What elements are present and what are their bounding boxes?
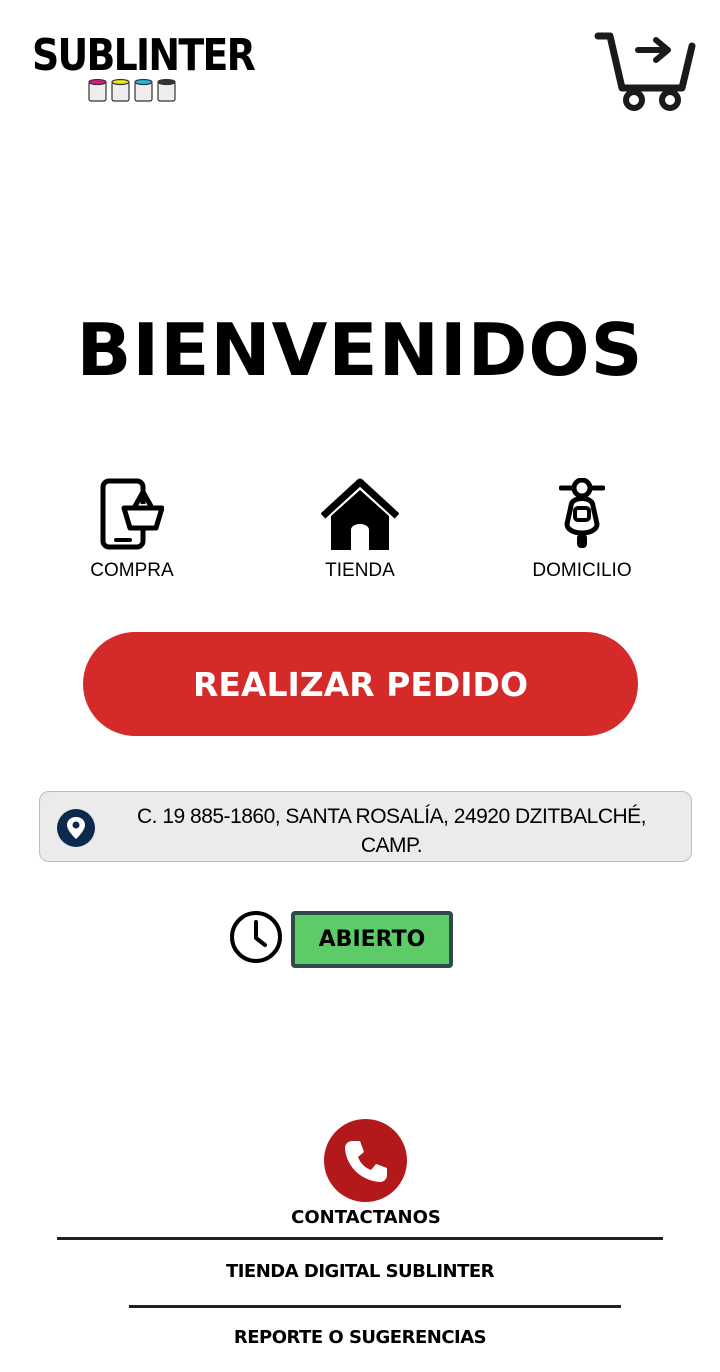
brand-logo: SUBLINTER bbox=[32, 30, 256, 106]
contact-label: CONTACTANOS bbox=[291, 1207, 441, 1228]
welcome-title: BIENVENIDOS bbox=[76, 308, 644, 392]
status-badge: ABIERTO bbox=[291, 911, 453, 968]
link-tienda-digital[interactable]: TIENDA DIGITAL SUBLINTER bbox=[0, 1261, 720, 1282]
feature-label: DOMICILIO bbox=[532, 560, 632, 581]
logo-text: SUBLINTER bbox=[32, 30, 256, 81]
scooter-icon bbox=[559, 478, 605, 548]
feature-domicilio: DOMICILIO bbox=[492, 478, 672, 582]
phone-basket-icon bbox=[100, 478, 164, 550]
house-icon bbox=[321, 478, 399, 550]
clock-icon bbox=[230, 911, 282, 963]
location-pin-icon bbox=[57, 809, 95, 847]
feature-tienda: TIENDA bbox=[270, 478, 450, 582]
contact-phone-button[interactable] bbox=[324, 1119, 407, 1202]
cart-arrow-icon bbox=[594, 32, 696, 111]
paint-cans-icon bbox=[88, 78, 176, 102]
cart-button[interactable] bbox=[594, 30, 698, 112]
link-reporte-sugerencias[interactable]: REPORTE O SUGERENCIAS bbox=[0, 1327, 720, 1348]
feature-label: COMPRA bbox=[90, 560, 174, 581]
phone-icon bbox=[344, 1140, 387, 1182]
address-box[interactable]: C. 19 885-1860, SANTA ROSALÍA, 24920 DZI… bbox=[39, 791, 692, 862]
address-text: C. 19 885-1860, SANTA ROSALÍA, 24920 DZI… bbox=[136, 805, 647, 857]
divider bbox=[129, 1305, 621, 1308]
divider bbox=[57, 1237, 663, 1240]
realizar-pedido-button[interactable]: REALIZAR PEDIDO bbox=[83, 632, 638, 736]
feature-label: TIENDA bbox=[325, 560, 395, 581]
feature-compra: COMPRA bbox=[42, 478, 222, 582]
